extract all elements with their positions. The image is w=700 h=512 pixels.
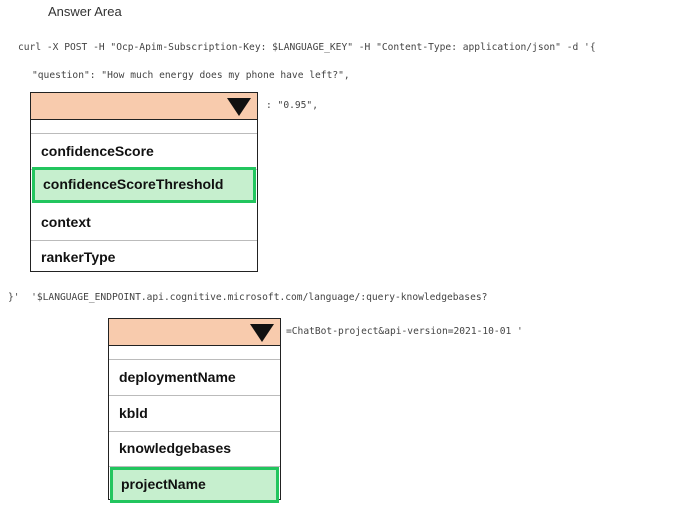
dropdown-parameter-header[interactable] bbox=[31, 93, 257, 120]
triangle-down-icon[interactable] bbox=[250, 324, 274, 342]
option-confidence-score-threshold[interactable]: confidenceScoreThreshold bbox=[32, 167, 256, 203]
code-line-project: =ChatBot-project&api-version=2021-10-01 … bbox=[286, 326, 523, 337]
code-line-value: : "0.95", bbox=[266, 100, 318, 111]
option-knowledgebases[interactable]: knowledgebases bbox=[109, 431, 280, 467]
code-line-endpoint: }' '$LANGUAGE_ENDPOINT.api.cognitive.mic… bbox=[8, 292, 488, 303]
dropdown-parameter[interactable]: confidenceScore confidenceScoreThreshold… bbox=[30, 92, 258, 272]
option-kbld[interactable]: kbld bbox=[109, 396, 280, 432]
triangle-down-icon[interactable] bbox=[227, 98, 251, 116]
answer-area-title: Answer Area bbox=[48, 4, 122, 19]
dropdown-query-param-header[interactable] bbox=[109, 319, 280, 346]
option-context[interactable]: context bbox=[31, 205, 257, 241]
option-project-name[interactable]: projectName bbox=[110, 467, 279, 503]
dropdown-blank-row bbox=[109, 346, 280, 360]
dropdown-query-param[interactable]: deploymentName kbld knowledgebases proje… bbox=[108, 318, 281, 503]
option-confidence-score[interactable]: confidenceScore bbox=[31, 134, 257, 170]
dropdown-blank-row bbox=[31, 120, 257, 134]
option-ranker-type[interactable]: rankerType bbox=[31, 240, 257, 276]
code-line-curl: curl -X POST -H "Ocp-Apim-Subscription-K… bbox=[18, 42, 596, 53]
code-line-question: "question": "How much energy does my pho… bbox=[32, 70, 350, 81]
option-deployment-name[interactable]: deploymentName bbox=[109, 360, 280, 396]
